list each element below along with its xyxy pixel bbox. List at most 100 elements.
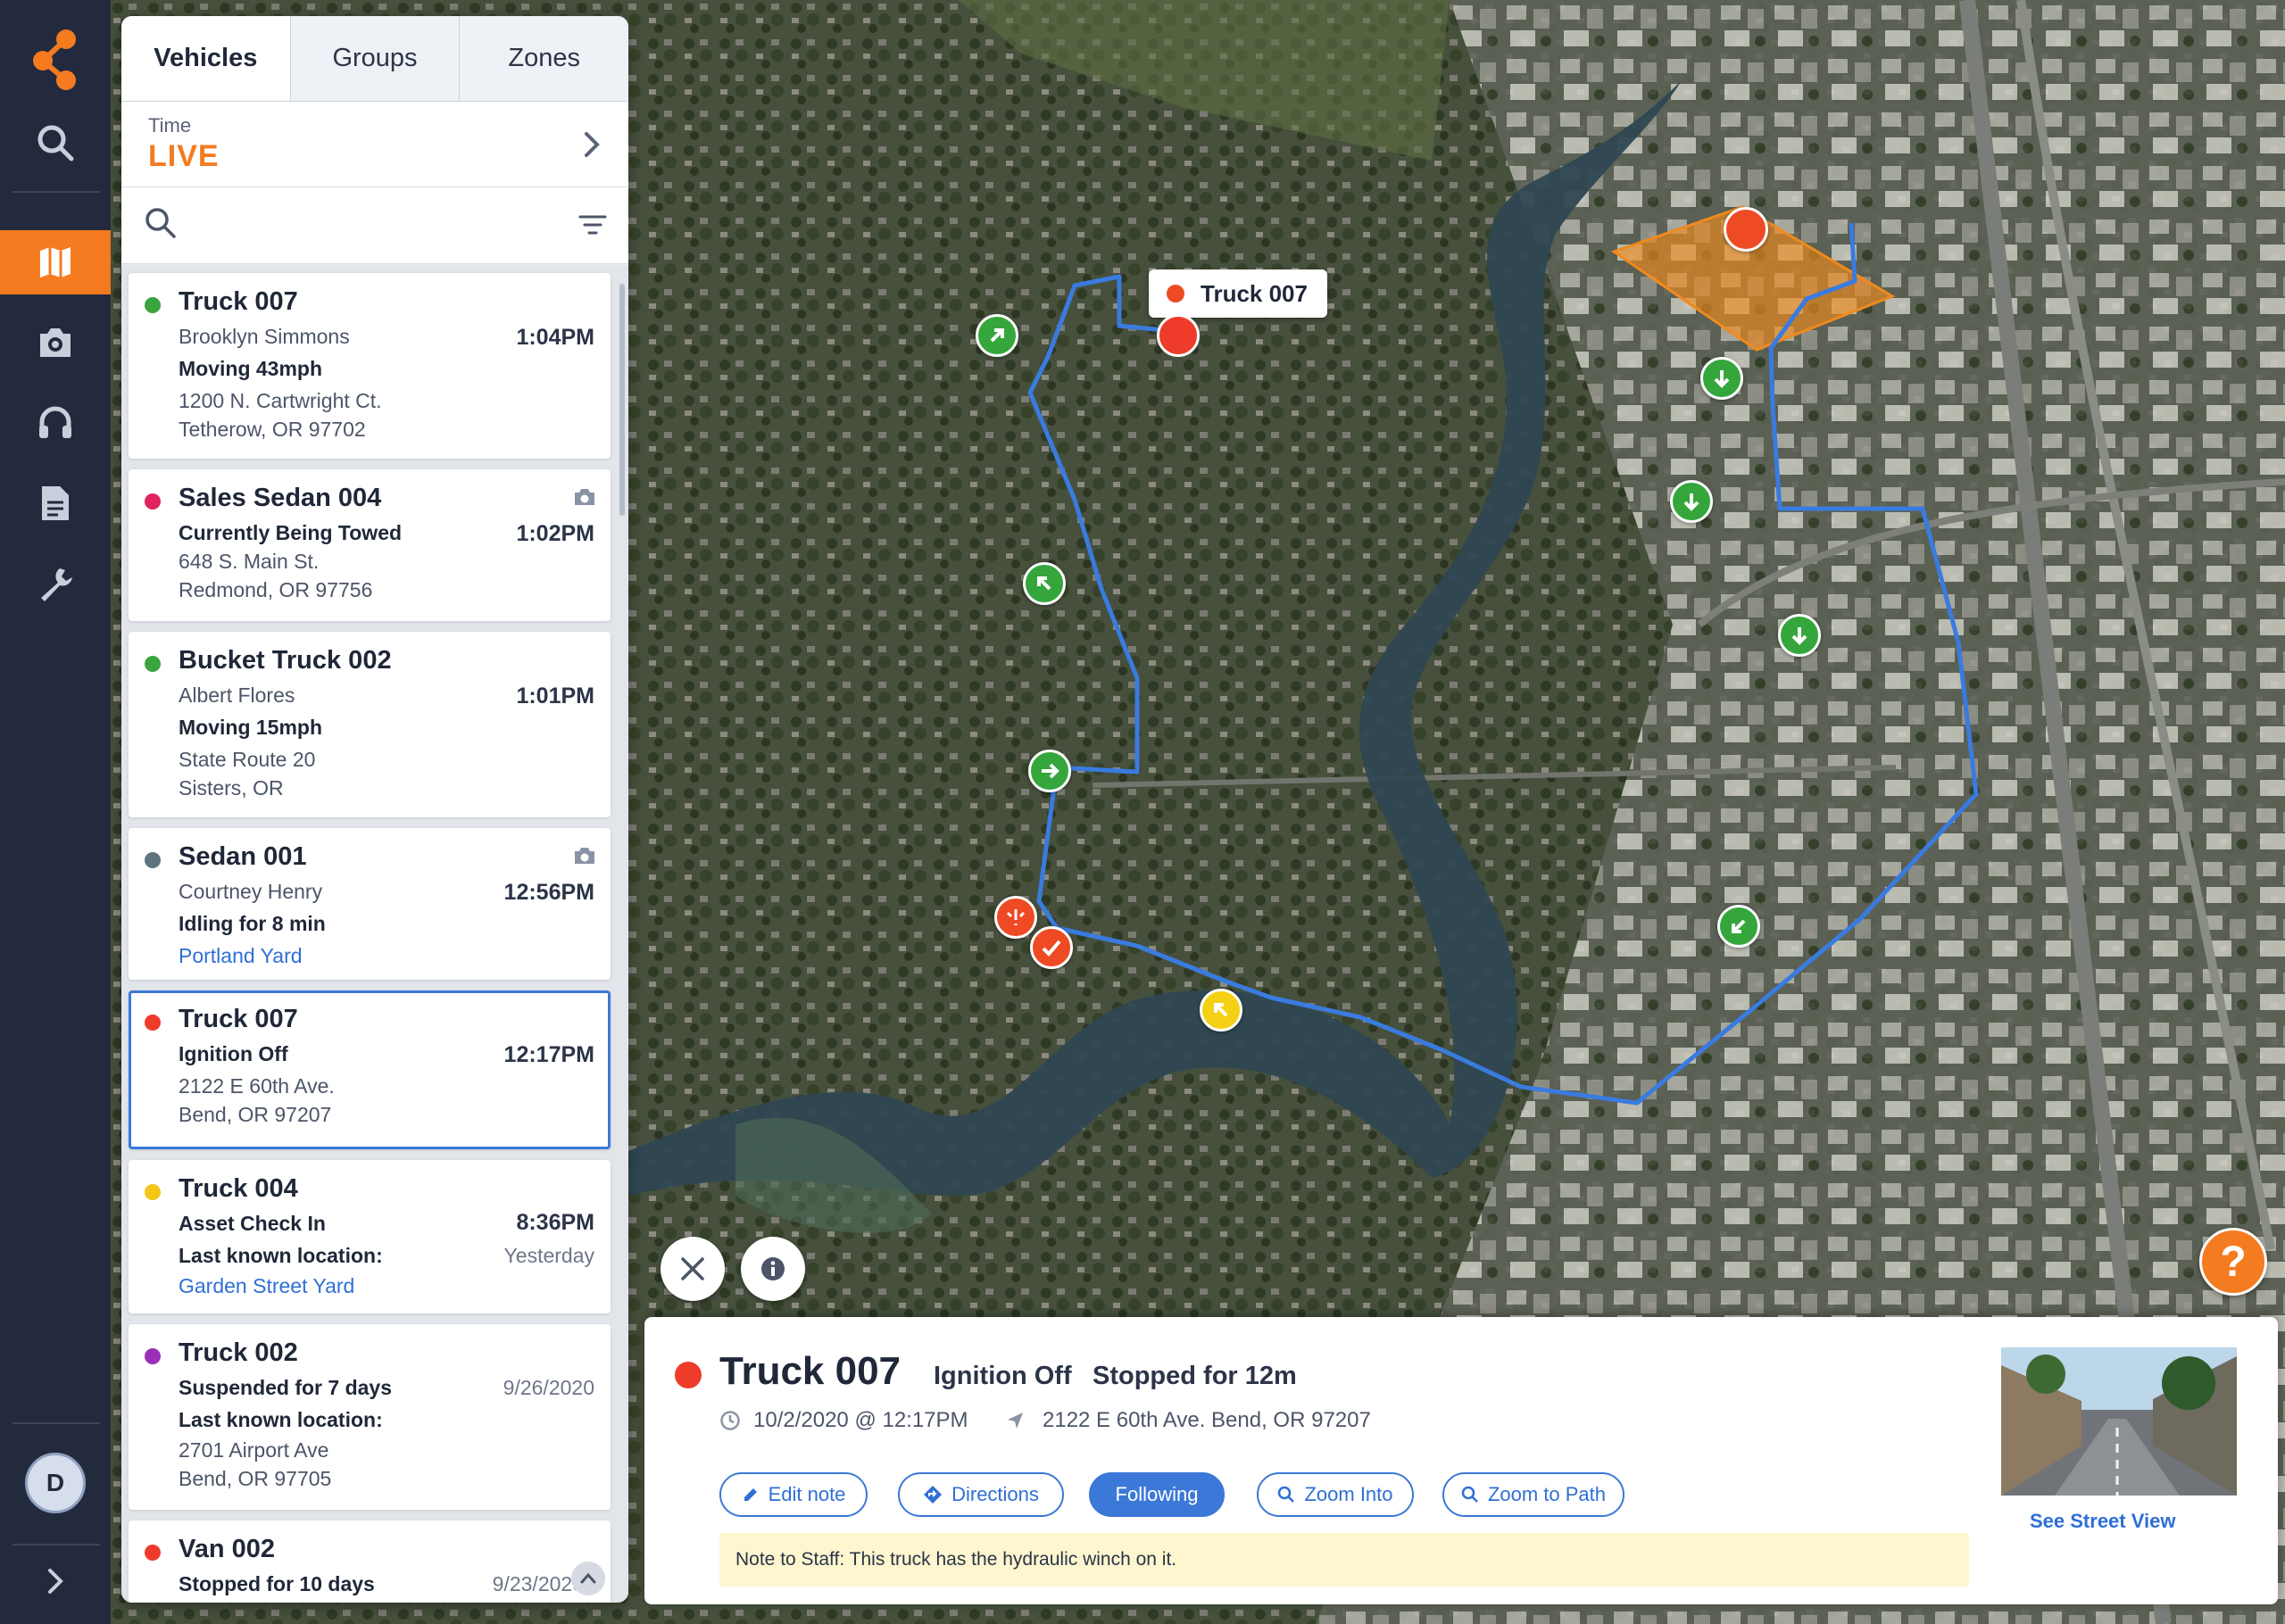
magnifier-icon bbox=[1461, 1486, 1478, 1503]
vehicle-name: Sedan 001 bbox=[179, 842, 307, 871]
address-line: 648 S. Main St. bbox=[179, 550, 320, 573]
street-view-link[interactable]: See Street View bbox=[2030, 1510, 2175, 1533]
arrow-up-right-icon bbox=[990, 328, 1004, 343]
detail-address: 2122 E 60th Ave. Bend, OR 97207 bbox=[1043, 1408, 1371, 1432]
map-nav-button[interactable] bbox=[0, 230, 111, 294]
search-nav-button[interactable] bbox=[0, 111, 111, 175]
avatar[interactable]: D bbox=[25, 1453, 86, 1513]
vehicle-time: 9/23/2020 bbox=[492, 1572, 584, 1595]
harsh-turn-marker[interactable] bbox=[1030, 926, 1073, 969]
event-marker[interactable] bbox=[1200, 989, 1242, 1032]
alert-icon bbox=[1006, 909, 1026, 925]
driver-name: Albert Flores bbox=[179, 684, 295, 707]
location-link[interactable]: Garden Street Yard bbox=[179, 1274, 354, 1298]
address-line: 2122 E 60th Ave. bbox=[179, 1074, 335, 1098]
route-arrow-marker[interactable] bbox=[1717, 905, 1760, 948]
camera-nav-button[interactable] bbox=[0, 311, 111, 375]
vehicle-status: Idling for 8 min bbox=[179, 912, 326, 935]
vehicle-name: Truck 002 bbox=[179, 1338, 298, 1367]
vehicle-list[interactable]: Truck 007 Brooklyn Simmons Moving 43mph … bbox=[121, 266, 628, 1603]
clock-icon bbox=[720, 1411, 740, 1430]
magnifier-icon bbox=[1278, 1486, 1295, 1503]
settings-nav-button[interactable] bbox=[0, 551, 111, 616]
vehicles-panel: Vehicles Groups Zones Time LIVE Truck 00… bbox=[121, 16, 628, 1603]
button-label: Zoom to Path bbox=[1487, 1483, 1607, 1505]
scroll-top-button[interactable] bbox=[571, 1562, 605, 1595]
status-dot bbox=[145, 1015, 161, 1031]
arrow-down-left-icon bbox=[1732, 919, 1746, 933]
vehicle-card[interactable]: Sales Sedan 004 Currently Being Towed 64… bbox=[129, 469, 611, 621]
edit-note-button[interactable]: Edit note bbox=[719, 1472, 868, 1517]
arrow-down-icon bbox=[1714, 370, 1730, 388]
route-arrow-marker[interactable] bbox=[1028, 750, 1071, 792]
support-nav-button[interactable] bbox=[0, 391, 111, 455]
rail-divider-footer bbox=[12, 1544, 100, 1545]
zone-start-marker[interactable] bbox=[1724, 207, 1768, 252]
route-arrow-marker[interactable] bbox=[976, 314, 1018, 357]
vehicle-card[interactable]: Bucket Truck 002 Albert Flores Moving 15… bbox=[129, 632, 611, 817]
route-arrow-marker[interactable] bbox=[1700, 357, 1743, 400]
location-arrow-icon bbox=[1008, 1413, 1023, 1429]
status-dot bbox=[145, 493, 161, 510]
route-arrow-marker[interactable] bbox=[1023, 562, 1066, 605]
reports-nav-button[interactable] bbox=[0, 471, 111, 535]
status-dot bbox=[145, 1184, 161, 1200]
vehicle-status: Asset Check In bbox=[179, 1212, 326, 1235]
vehicle-card-selected[interactable]: Truck 007 Ignition Off 2122 E 60th Ave. … bbox=[129, 990, 611, 1149]
address-line: Sisters, OR bbox=[179, 776, 284, 800]
vehicle-card[interactable]: Sedan 001 Courtney Henry Idling for 8 mi… bbox=[129, 828, 611, 980]
status-dot bbox=[145, 1545, 161, 1561]
vehicle-name: Truck 007 bbox=[179, 287, 298, 316]
vehicle-callout[interactable]: Truck 007 bbox=[1149, 269, 1327, 328]
vehicle-card[interactable]: Truck 002 Suspended for 7 days Last know… bbox=[129, 1324, 611, 1510]
address-line: Tetherow, OR 97702 bbox=[179, 418, 366, 441]
tab-vehicles[interactable]: Vehicles bbox=[121, 16, 291, 101]
nav-rail: D bbox=[0, 0, 111, 1624]
time-value: LIVE bbox=[148, 139, 220, 173]
vehicle-time: 12:17PM bbox=[503, 1042, 594, 1067]
filter-icon[interactable] bbox=[577, 209, 609, 241]
route-arrow-marker[interactable] bbox=[1778, 614, 1821, 657]
vehicle-time: 8:36PM bbox=[516, 1210, 594, 1235]
zoom-into-button[interactable]: Zoom Into bbox=[1257, 1472, 1414, 1517]
vehicle-search bbox=[121, 187, 628, 264]
logo-icon[interactable] bbox=[27, 27, 82, 93]
chevron-up-icon bbox=[580, 1572, 596, 1584]
address-line: State Route 20 bbox=[179, 748, 316, 771]
button-label: Zoom Into bbox=[1304, 1483, 1393, 1505]
harsh-braking-marker[interactable] bbox=[994, 896, 1037, 939]
following-button[interactable]: Following bbox=[1089, 1472, 1225, 1517]
chevron-right-icon[interactable] bbox=[39, 1565, 71, 1597]
street-view-thumbnail[interactable] bbox=[2001, 1347, 2237, 1496]
tab-groups[interactable]: Groups bbox=[291, 16, 461, 101]
time-selector[interactable]: Time LIVE bbox=[121, 102, 628, 187]
list-scrollbar[interactable] bbox=[619, 284, 625, 516]
vehicle-card[interactable]: Van 002 Stopped for 10 days 9/23/2020 bbox=[129, 1520, 611, 1603]
detail-title: Truck 007 bbox=[719, 1349, 902, 1393]
route-arrow-marker[interactable] bbox=[1670, 480, 1713, 523]
search-input[interactable] bbox=[187, 200, 544, 248]
check-icon bbox=[1042, 940, 1061, 957]
tab-zones[interactable]: Zones bbox=[460, 16, 628, 101]
detail-datetime: 10/2/2020 @ 12:17PM bbox=[753, 1408, 968, 1432]
help-button[interactable]: ? bbox=[2199, 1228, 2267, 1296]
vehicle-card[interactable]: Truck 007 Brooklyn Simmons Moving 43mph … bbox=[129, 273, 611, 459]
headset-icon bbox=[39, 406, 71, 438]
status-dot bbox=[145, 1348, 161, 1364]
camera-icon bbox=[40, 328, 71, 357]
callout-label: Truck 007 bbox=[1201, 279, 1308, 307]
map-icon bbox=[40, 247, 71, 278]
vehicle-pin-marker[interactable] bbox=[1157, 314, 1200, 357]
close-button[interactable] bbox=[661, 1237, 725, 1301]
location-link[interactable]: Portland Yard bbox=[179, 944, 303, 968]
vehicle-card[interactable]: Truck 004 Asset Check In Last known loca… bbox=[129, 1160, 611, 1313]
staff-note: Note to Staff: This truck has the hydrau… bbox=[719, 1533, 1969, 1587]
address-line: Bend, OR 97705 bbox=[179, 1467, 332, 1490]
info-button[interactable] bbox=[741, 1237, 805, 1301]
pencil-icon bbox=[744, 1488, 757, 1501]
arrow-down-icon bbox=[1791, 627, 1807, 645]
zoom-to-path-button[interactable]: Zoom to Path bbox=[1442, 1472, 1624, 1517]
camera-icon bbox=[575, 489, 594, 505]
address-line: 2701 Airport Ave bbox=[179, 1438, 329, 1462]
directions-button[interactable]: Directions bbox=[898, 1472, 1064, 1517]
